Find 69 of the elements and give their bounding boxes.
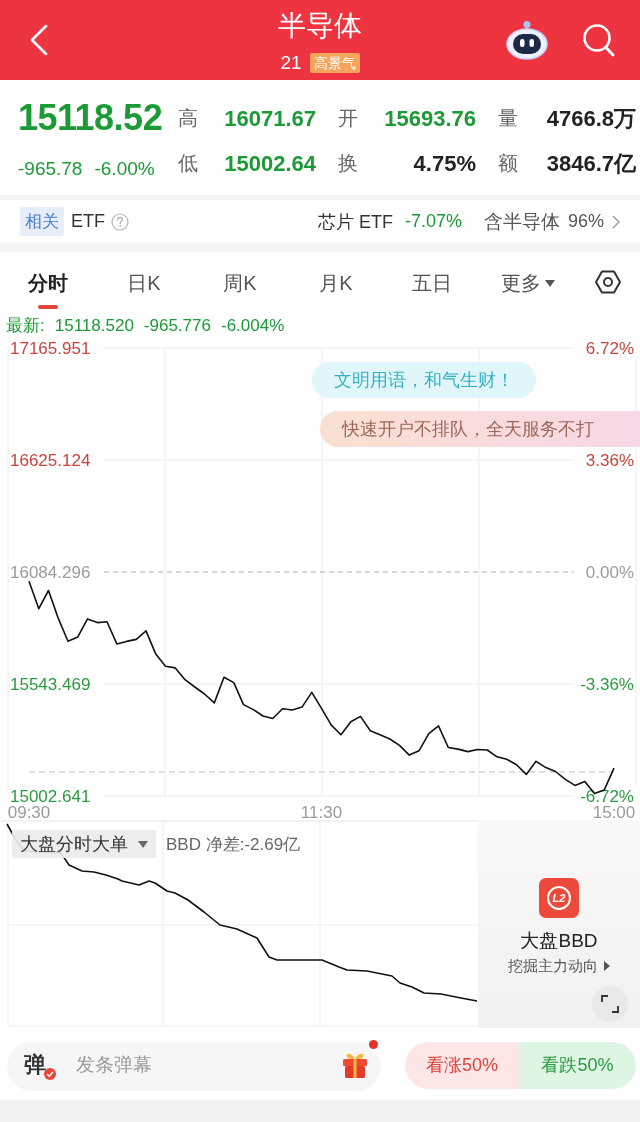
price-change-percent: -6.00% xyxy=(94,158,155,180)
current-price: 15118.52 xyxy=(18,96,164,140)
expand-button[interactable] xyxy=(592,986,628,1022)
stat-label: 额 xyxy=(498,151,518,176)
bbd-net-value: BBD 净差:-2.69亿 xyxy=(166,833,301,856)
price-change: -965.78 xyxy=(18,158,83,180)
latest-change-percent: -6.004% xyxy=(220,315,285,336)
caret-right-icon xyxy=(604,961,610,971)
chat-bubble: 文明用语，和气生财！ xyxy=(312,362,536,398)
price-axis-label: 16625.124 xyxy=(10,451,91,470)
percent-axis-label: 0.00% xyxy=(585,563,634,582)
chart-tab[interactable]: 分时 xyxy=(0,252,96,311)
percent-axis-label: -3.36% xyxy=(580,675,634,694)
time-axis-label: 15:00 xyxy=(592,803,636,820)
chevron-right-icon[interactable] xyxy=(612,214,620,229)
etf-name: 芯片 ETF xyxy=(317,210,393,234)
stock-code: 21 xyxy=(280,52,302,74)
stat-label: 量 xyxy=(498,106,518,131)
latest-price: 15118.520 xyxy=(54,315,134,336)
stat-value: 15693.76 xyxy=(384,105,476,132)
page-title: 半导体 xyxy=(278,9,362,43)
chart-tab[interactable]: 周K xyxy=(192,252,288,311)
etf-change: -7.07% xyxy=(404,211,462,232)
percent-axis-label: 6.72% xyxy=(585,340,634,358)
indicator-selector[interactable]: 大盘分时大单 xyxy=(12,830,156,858)
stat-label: 低 xyxy=(178,151,198,176)
comment-input[interactable]: 发条弹幕 xyxy=(76,1050,340,1080)
price-axis-label: 16084.296 xyxy=(10,563,91,582)
gift-icon[interactable] xyxy=(340,1051,370,1079)
latest-change: -965.776 xyxy=(143,315,211,336)
stat-value: 15002.64 xyxy=(224,150,316,177)
percent-axis-label: -6.72% xyxy=(580,787,634,806)
promo-title: 大盘BBD xyxy=(520,930,598,952)
stat-value: 16071.67 xyxy=(224,105,316,132)
price-axis-label: 15002.641 xyxy=(10,787,91,806)
chart-tab[interactable]: 日K xyxy=(96,252,192,311)
comment-field[interactable]: 弹 发条弹幕 xyxy=(8,1041,380,1089)
danmaku-toggle[interactable]: 弹 xyxy=(24,1051,52,1079)
time-axis-label: 11:30 xyxy=(300,803,343,820)
settings-icon[interactable] xyxy=(594,269,622,295)
stat-value: 4.75% xyxy=(413,150,476,177)
stat-label: 开 xyxy=(338,106,358,131)
vote-button[interactable]: 看涨50% xyxy=(405,1041,519,1089)
back-icon[interactable] xyxy=(30,25,48,55)
latest-label: 最新: xyxy=(6,315,45,337)
status-badge: 高景气 xyxy=(309,53,360,73)
stat-label: 换 xyxy=(338,151,358,176)
stat-value: 3846.7亿 xyxy=(546,149,636,178)
chat-bubble: 快速开户不排队，全天服务不打 xyxy=(320,411,640,447)
price-axis-label: 17165.951 xyxy=(10,340,91,358)
chart-tab[interactable]: 更多 xyxy=(480,252,576,311)
stat-value: 4766.8万 xyxy=(546,104,636,133)
percent-axis-label: 3.36% xyxy=(585,451,634,470)
holding-percent: 96% xyxy=(567,211,604,232)
stat-label: 高 xyxy=(178,106,198,131)
caret-down-icon xyxy=(545,279,555,287)
chart-tab[interactable]: 五日 xyxy=(384,252,480,311)
robot-icon[interactable] xyxy=(506,20,548,60)
etf-label: ETF xyxy=(71,211,105,232)
time-axis-label: 09:30 xyxy=(7,803,51,820)
expand-icon xyxy=(601,995,619,1013)
promo-link[interactable]: 挖掘主力动向 xyxy=(508,956,610,976)
search-icon[interactable] xyxy=(582,23,615,57)
l2-logo-tile: L2 xyxy=(539,878,579,918)
caret-down-icon xyxy=(138,840,148,848)
holding-label: 含半导体 xyxy=(483,209,560,234)
related-tag: 相关 xyxy=(20,207,64,236)
chart-tab[interactable]: 月K xyxy=(288,252,384,311)
price-axis-label: 15543.469 xyxy=(10,675,91,694)
